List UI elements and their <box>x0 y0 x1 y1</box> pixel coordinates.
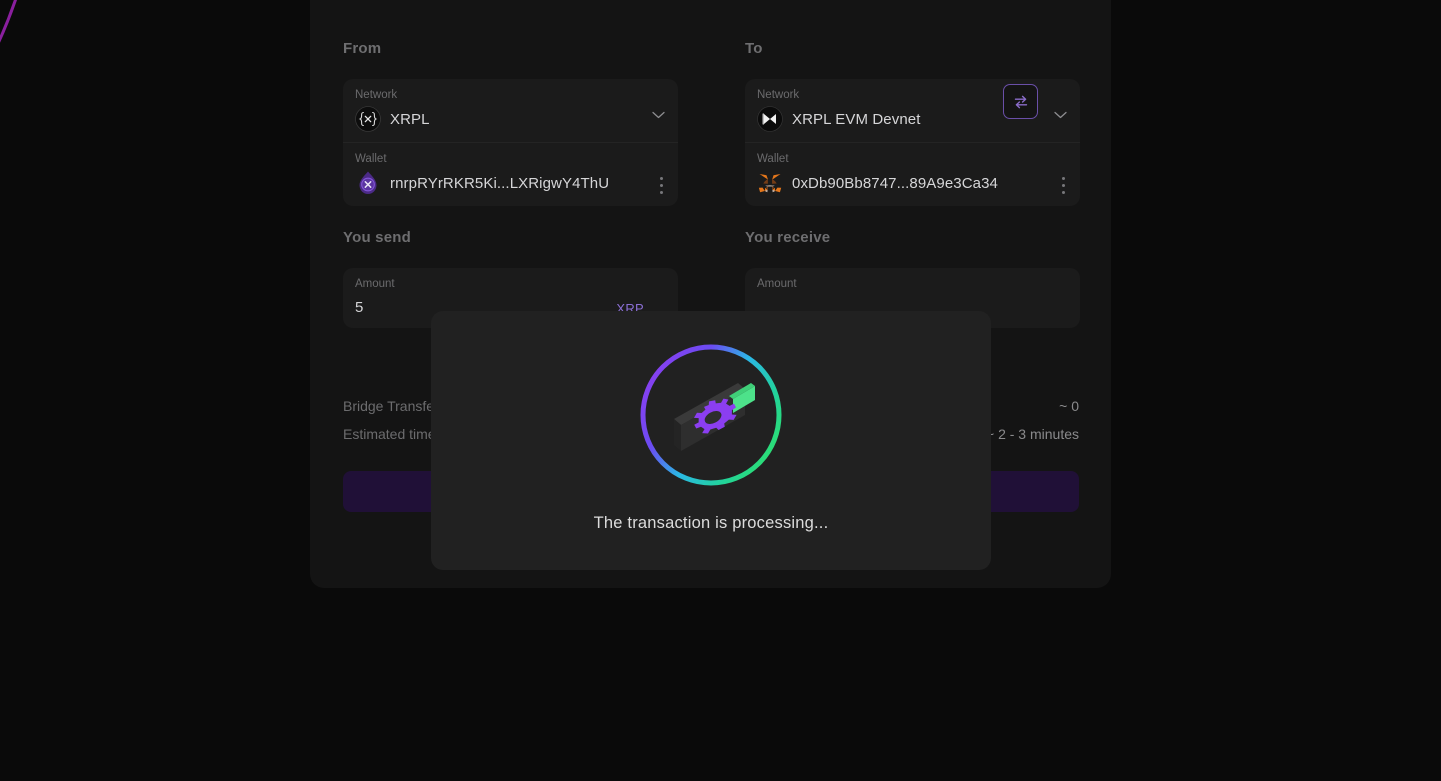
from-wallet-value: rnrpRYrRKR5Ki...LXRigwY4ThU <box>390 174 610 192</box>
receive-amount-label: Amount <box>757 278 797 290</box>
to-wallet-row[interactable]: Wallet 0xDb90Bb8747...89A9e3Ca34 <box>745 142 1080 206</box>
send-amount-label: Amount <box>355 278 395 290</box>
processing-modal: The transaction is processing... <box>431 311 991 570</box>
you-send-heading: You send <box>343 229 411 246</box>
from-wallet-label: Wallet <box>355 153 387 165</box>
to-wallet-menu-icon[interactable] <box>1062 177 1066 195</box>
from-wallet-row[interactable]: Wallet rnrpRYrRKR5Ki...LXRigwY4ThU <box>343 142 678 206</box>
to-heading: To <box>745 40 763 57</box>
xrpl-brackets-icon <box>355 106 381 132</box>
chevron-down-icon[interactable] <box>652 111 665 119</box>
to-wallet-label: Wallet <box>757 153 789 165</box>
processing-wallet-gear-icon <box>633 337 789 493</box>
to-network-value: XRPL EVM Devnet <box>792 110 921 128</box>
from-column: From Network XRPL Wallet rnrpRYrRKR5Ki..… <box>343 40 678 206</box>
chevron-down-icon[interactable] <box>1054 111 1067 119</box>
to-wallet-value: 0xDb90Bb8747...89A9e3Ca34 <box>792 174 998 192</box>
metamask-fox-icon <box>758 174 782 193</box>
app-root: From Network XRPL Wallet rnrpRYrRKR5Ki..… <box>0 0 1441 781</box>
swap-arrows-icon <box>1014 95 1027 108</box>
xaman-wallet-icon <box>359 171 377 194</box>
from-network-row[interactable]: Network XRPL <box>343 79 678 142</box>
estimated-time-value: ~ 2 - 3 minutes <box>986 426 1079 442</box>
from-network-value: XRPL <box>390 110 430 128</box>
processing-message: The transaction is processing... <box>593 514 829 532</box>
estimated-time-label: Estimated time <box>343 426 436 442</box>
from-wallet-menu-icon[interactable] <box>660 177 664 195</box>
bridge-fee-value: ~ 0 <box>1059 398 1079 414</box>
from-network-label: Network <box>355 89 398 101</box>
swap-direction-button[interactable] <box>1003 84 1038 119</box>
you-receive-heading: You receive <box>745 229 831 246</box>
from-field-card: Network XRPL Wallet rnrpRYrRKR5Ki...LXRi… <box>343 79 678 206</box>
xrpl-evm-icon <box>757 106 783 132</box>
to-column: To Network XRPL EVM Devnet Wallet 0xDb90… <box>745 40 1080 206</box>
from-heading: From <box>343 40 382 57</box>
decorative-arc <box>0 0 90 170</box>
